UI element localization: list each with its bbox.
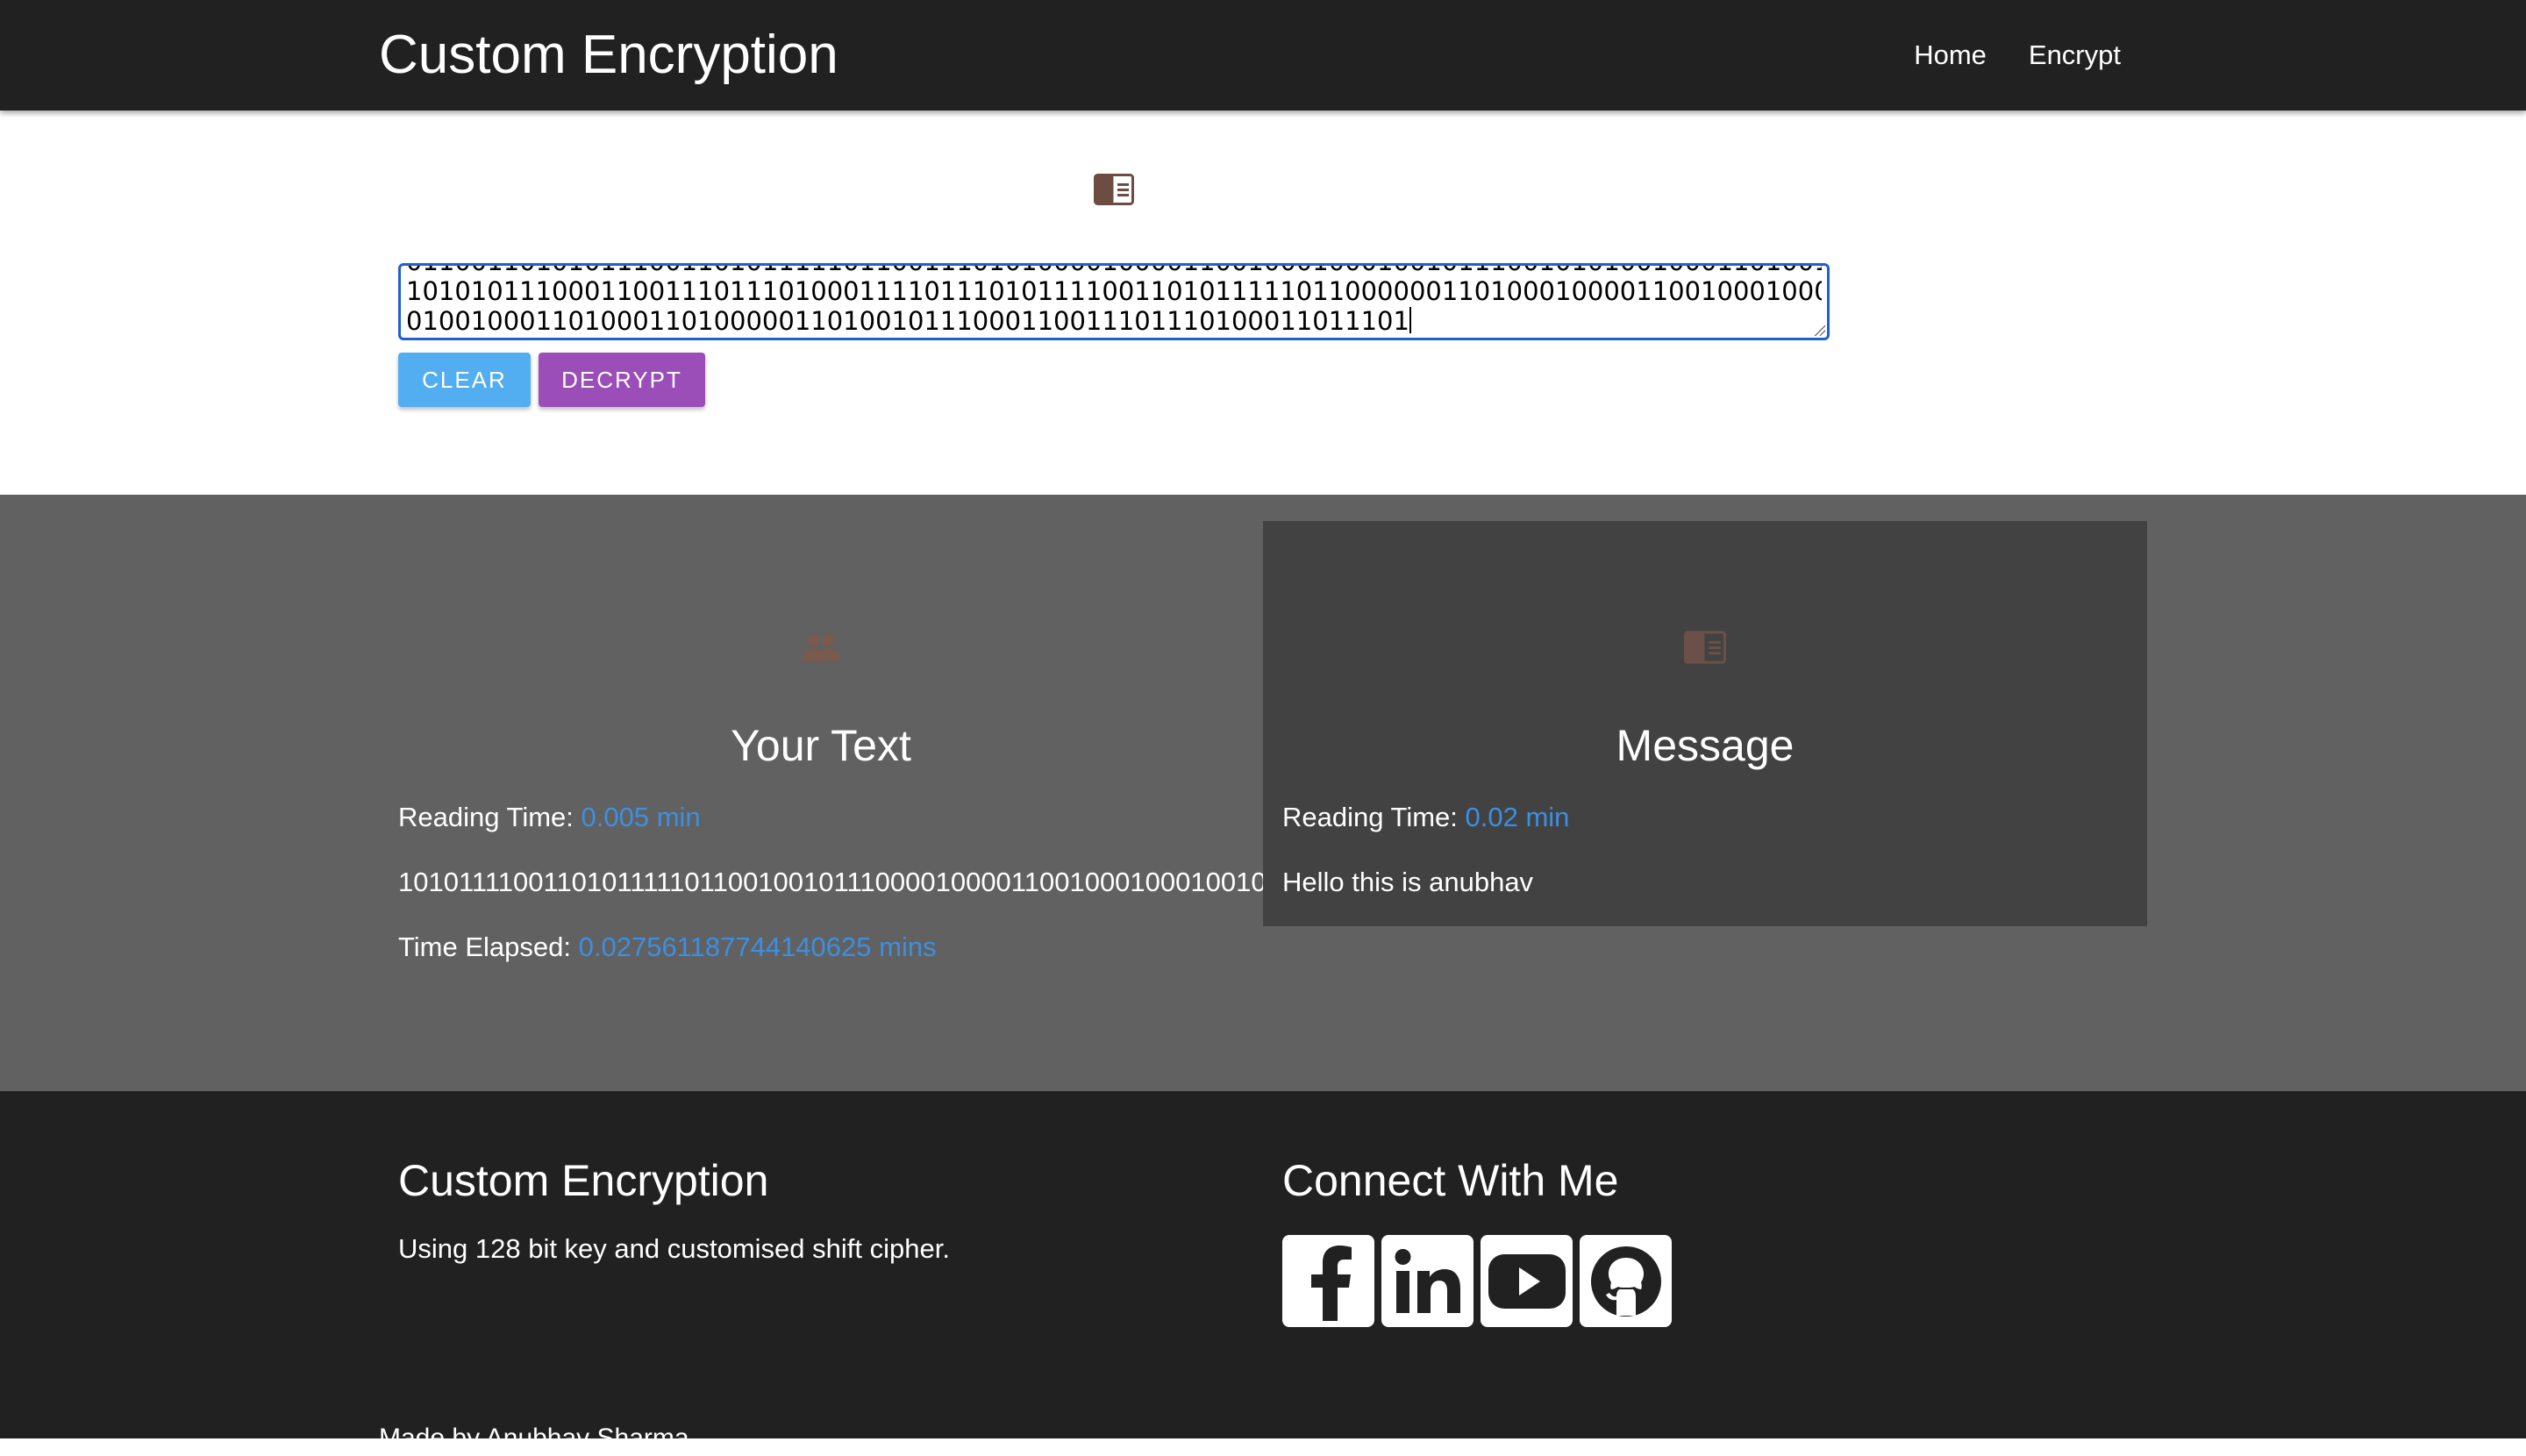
youtube-link[interactable] bbox=[1481, 1235, 1573, 1327]
footer: Custom Encryption Using 128 bit key and … bbox=[0, 1091, 2526, 1452]
reading-time-value: 0.005 min bbox=[581, 802, 701, 832]
brand-logo[interactable]: Custom Encryption bbox=[379, 23, 838, 88]
cipher-line-text: 0100100011010001101000001101001011100011… bbox=[406, 306, 1409, 336]
reading-time-label: Reading Time: bbox=[398, 802, 574, 832]
chrome-reader-mode-icon bbox=[1684, 631, 1726, 664]
message-reading-time: Reading Time: 0.02 min bbox=[1282, 800, 1569, 835]
facebook-icon bbox=[1310, 1245, 1352, 1321]
cipher-line: 1010101110001100111011101000111101110101… bbox=[406, 276, 1822, 306]
text-caret bbox=[1409, 307, 1411, 333]
reading-time-value: 0.02 min bbox=[1465, 802, 1570, 832]
decrypted-message: Hello this is anubhav bbox=[1282, 867, 1534, 897]
top-navbar: Custom Encryption Home Encrypt bbox=[0, 0, 2526, 111]
your-text-binary: 1010111100110101111101100100101110000100… bbox=[398, 867, 1295, 897]
nav-link-encrypt[interactable]: Encrypt bbox=[2029, 35, 2121, 75]
time-elapsed-value: 0.027561187744140625 mins bbox=[578, 931, 937, 962]
your-text-card: Your Text Reading Time: 0.005 min 101011… bbox=[379, 521, 1295, 962]
decrypt-button[interactable]: Decrypt bbox=[539, 353, 705, 407]
chrome-reader-mode-icon bbox=[1094, 174, 1134, 205]
facebook-link[interactable] bbox=[1282, 1235, 1374, 1327]
people-icon bbox=[802, 634, 840, 661]
cipher-textarea[interactable]: 0110011010101110011010111110110011101010… bbox=[398, 263, 1830, 340]
github-icon bbox=[1590, 1245, 1661, 1317]
message-card: Message Reading Time: 0.02 min Hello thi… bbox=[1263, 521, 2147, 926]
reading-time-label: Reading Time: bbox=[1282, 802, 1458, 832]
resize-grip-icon[interactable] bbox=[1813, 324, 1825, 336]
message-title: Message bbox=[1616, 721, 1795, 770]
footer-title: Custom Encryption bbox=[398, 1156, 769, 1205]
time-elapsed: Time Elapsed: 0.027561187744140625 mins bbox=[398, 930, 937, 965]
cipher-line: 0110011010101110011010111110110011101010… bbox=[406, 266, 1822, 276]
results-section: Your Text Reading Time: 0.005 min 101011… bbox=[0, 495, 2526, 1091]
social-links bbox=[1282, 1235, 1672, 1327]
nav-link-home[interactable]: Home bbox=[1914, 35, 1987, 75]
github-link[interactable] bbox=[1580, 1235, 1672, 1327]
time-elapsed-label: Time Elapsed: bbox=[398, 931, 571, 962]
linkedin-icon bbox=[1395, 1248, 1460, 1313]
connect-title: Connect With Me bbox=[1282, 1156, 1619, 1205]
nav-links: Home Encrypt bbox=[1914, 35, 2121, 75]
clear-button[interactable]: Clear bbox=[398, 353, 531, 407]
your-text-title: Your Text bbox=[731, 721, 911, 770]
cipher-line-last: 0100100011010001101000001101001011100011… bbox=[406, 306, 1822, 336]
youtube-icon bbox=[1488, 1253, 1566, 1309]
made-by-text: Made by Anubhav Sharma bbox=[379, 1424, 689, 1452]
your-text-reading-time: Reading Time: 0.005 min bbox=[398, 800, 701, 835]
footer-description: Using 128 bit key and customised shift c… bbox=[398, 1233, 950, 1264]
linkedin-link[interactable] bbox=[1381, 1235, 1474, 1327]
